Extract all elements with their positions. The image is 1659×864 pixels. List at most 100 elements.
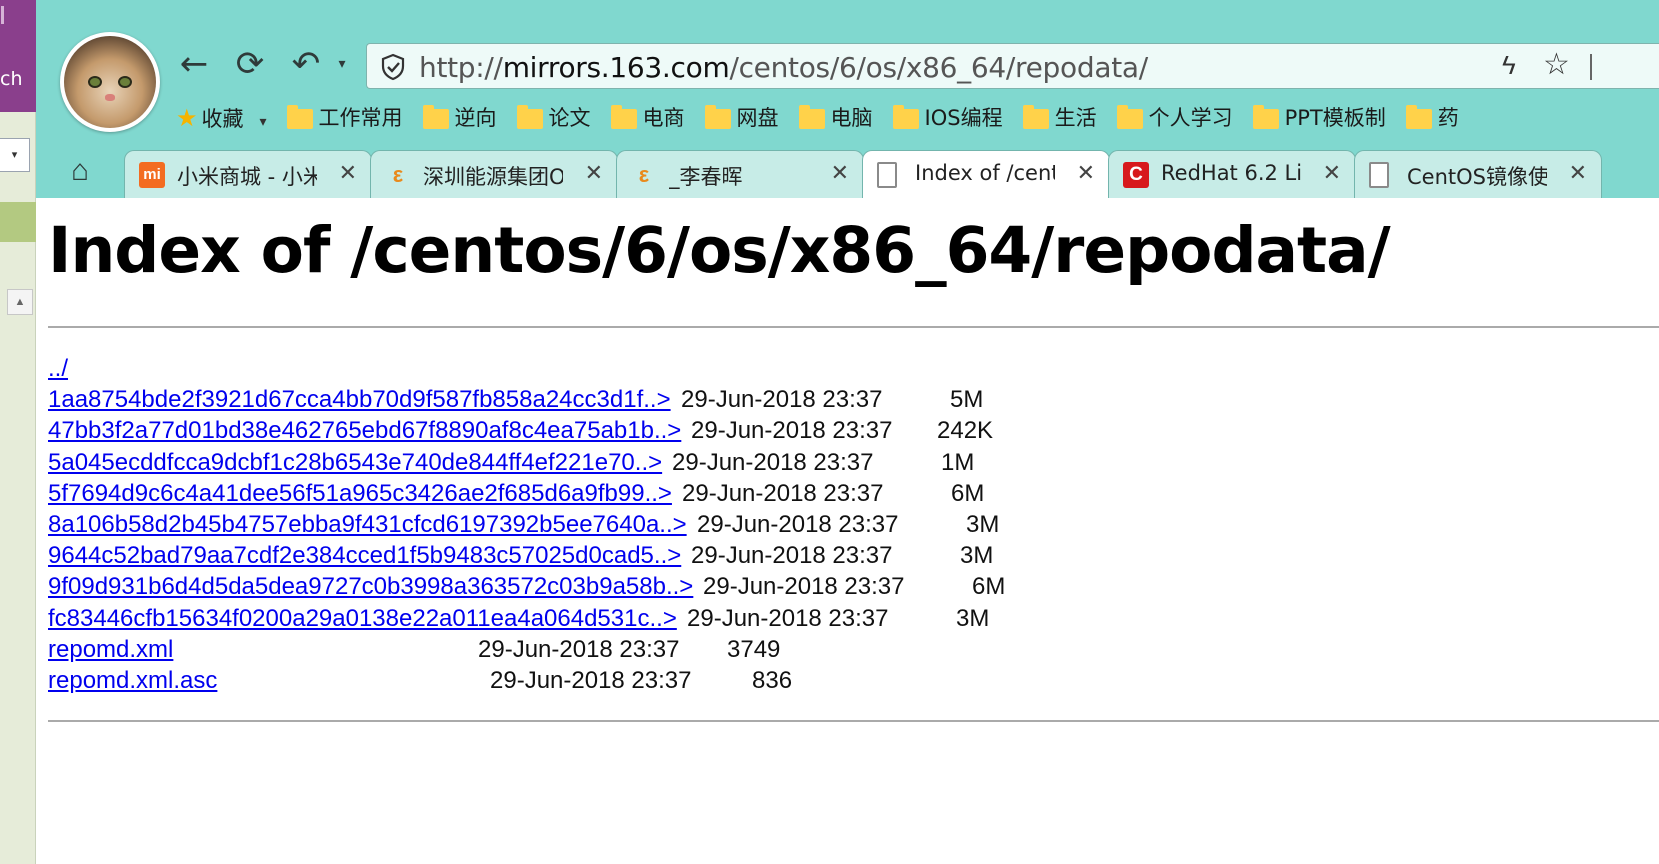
- undo-icon[interactable]: ↶: [284, 42, 328, 86]
- bookmark-item[interactable]: IOS编程: [892, 100, 1003, 136]
- file-entry-row: 9f09d931b6d4d5da5dea9727c0b3998a363572c0…: [48, 571, 1005, 602]
- close-icon[interactable]: ✕: [1323, 161, 1341, 186]
- browser-chrome: ← ⟳ ↶ ▾ http://mirrors.163.com/centos/6/…: [36, 0, 1659, 198]
- file-size: 5M: [950, 386, 984, 414]
- document-icon: [1369, 162, 1389, 188]
- bookmark-item[interactable]: 个人学习: [1116, 100, 1233, 136]
- file-entry-row: 5f7694d9c6c4a41dee56f51a965c3426ae2f685d…: [48, 478, 984, 509]
- bookmark-item[interactable]: 药: [1405, 100, 1459, 136]
- file-size: 1M: [941, 448, 975, 476]
- user-avatar[interactable]: [60, 32, 160, 132]
- file-date: 29-Jun-2018 23:37: [490, 667, 692, 694]
- folder-icon: [704, 105, 731, 129]
- divider: [48, 720, 1659, 722]
- star-bookmark-icon[interactable]: ☆: [1543, 47, 1570, 82]
- bookmark-label: 药: [1437, 106, 1459, 130]
- background-dropdown[interactable]: ▾: [0, 138, 30, 172]
- folder-icon: [1022, 105, 1049, 129]
- browser-tab[interactable]: ε _李春晖 ✕: [616, 150, 864, 198]
- address-bar[interactable]: http://mirrors.163.com/centos/6/os/x86_6…: [366, 43, 1659, 89]
- scroll-up-button[interactable]: ▲: [7, 289, 33, 315]
- lightning-icon[interactable]: ϟ: [1502, 50, 1516, 81]
- ep-logo-icon: ε: [392, 162, 404, 187]
- bookmark-item[interactable]: 电脑: [798, 100, 873, 136]
- file-date: 29-Jun-2018 23:37: [681, 386, 883, 414]
- redhat-c-icon: C: [1123, 162, 1149, 188]
- bookmark-label: 收藏: [201, 107, 244, 131]
- close-icon[interactable]: ✕: [585, 161, 603, 186]
- bookmark-item[interactable]: 电商: [610, 100, 685, 136]
- close-icon[interactable]: ✕: [339, 161, 357, 186]
- browser-tab[interactable]: CentOS镜像使用 ✕: [1354, 150, 1602, 198]
- shield-check-icon[interactable]: [379, 53, 407, 81]
- file-entry-row: repomd.xml 29-Jun-2018 23:37 3749: [48, 634, 780, 665]
- file-date: 29-Jun-2018 23:37: [691, 542, 893, 570]
- bookmark-label: 个人学习: [1148, 106, 1233, 130]
- chevron-down-icon[interactable]: ▾: [332, 42, 352, 86]
- background-window-header: ch: [0, 0, 36, 112]
- file-link[interactable]: 5a045ecddfcca9dcbf1c28b6543e740de844ff4e…: [48, 449, 662, 476]
- file-link[interactable]: 8a106b58d2b45b4757ebba9f431cfcd6197392b5…: [48, 511, 687, 538]
- bookmark-item[interactable]: 论文: [516, 100, 591, 136]
- folder-icon: [610, 105, 637, 129]
- bookmark-item[interactable]: 逆向: [422, 100, 497, 136]
- close-icon[interactable]: ✕: [1077, 161, 1095, 186]
- file-date: 29-Jun-2018 23:37: [703, 573, 905, 601]
- page-title: Index of /centos/6/os/x86_64/repodata/: [48, 214, 1391, 287]
- file-date: 29-Jun-2018 23:37: [697, 511, 899, 538]
- file-link[interactable]: repomd.xml: [48, 636, 173, 663]
- browser-tab[interactable]: Index of /centos ✕: [862, 150, 1110, 198]
- file-date: 29-Jun-2018 23:37: [687, 604, 889, 632]
- bookmark-label: 电商: [642, 106, 685, 130]
- url-text[interactable]: http://mirrors.163.com/centos/6/os/x86_6…: [419, 51, 1148, 84]
- folder-icon: [798, 105, 825, 129]
- file-date: 29-Jun-2018 23:37: [682, 479, 884, 507]
- file-link[interactable]: 47bb3f2a77d01bd38e462765ebd67f8890af8c4e…: [48, 417, 681, 444]
- bookmark-item[interactable]: ★ 收藏 ▾: [176, 100, 267, 136]
- folder-icon: [892, 105, 919, 129]
- parent-directory-link[interactable]: ../: [48, 355, 68, 382]
- bookmark-label: 生活: [1054, 106, 1097, 130]
- file-link[interactable]: repomd.xml.asc: [48, 667, 217, 694]
- parent-directory-row: ../: [48, 353, 68, 384]
- document-icon: [877, 162, 897, 188]
- tab-label: 深圳能源集团O: [423, 165, 563, 189]
- url-path: /centos/6/os/x86_64/repodata/: [729, 51, 1148, 84]
- file-link[interactable]: 9f09d931b6d4d5da5dea9727c0b3998a363572c0…: [48, 573, 693, 600]
- browser-tab[interactable]: mi 小米商城 - 小米 ✕: [124, 150, 372, 198]
- url-scheme: http://: [419, 51, 503, 84]
- folder-icon: [422, 105, 449, 129]
- chevron-down-icon[interactable]: ▾: [260, 114, 267, 130]
- file-link[interactable]: 1aa8754bde2f3921d67cca4bb70d9f587fb858a2…: [48, 386, 671, 413]
- bookmark-label: 工作常用: [318, 106, 403, 130]
- file-date: 29-Jun-2018 23:37: [478, 635, 680, 663]
- browser-tab[interactable]: C RedHat 6.2 Lin ✕: [1108, 150, 1356, 198]
- browser-tab[interactable]: ε 深圳能源集团O ✕: [370, 150, 618, 198]
- tab-label: 小米商城 - 小米: [177, 165, 317, 189]
- file-link[interactable]: 5f7694d9c6c4a41dee56f51a965c3426ae2f685d…: [48, 480, 672, 507]
- bookmark-item[interactable]: 网盘: [704, 100, 779, 136]
- file-size: 3M: [966, 511, 1000, 538]
- background-panel: [0, 202, 36, 242]
- close-icon[interactable]: ✕: [831, 161, 849, 186]
- star-icon: ★: [176, 104, 198, 132]
- bookmark-item[interactable]: 工作常用: [286, 100, 403, 136]
- background-window-marker: [1, 6, 4, 24]
- refresh-icon[interactable]: ⟳: [228, 42, 272, 86]
- file-link[interactable]: fc83446cfb15634f0200a29a0138e22a011ea4a0…: [48, 605, 677, 632]
- back-arrow-icon[interactable]: ←: [172, 42, 216, 86]
- tab-label: Index of /centos: [915, 161, 1055, 185]
- avatar-nose: [105, 94, 115, 101]
- close-icon[interactable]: ✕: [1569, 161, 1587, 186]
- home-icon[interactable]: ⌂: [62, 154, 98, 190]
- file-size: 242K: [937, 417, 994, 445]
- bookmark-item[interactable]: 生活: [1022, 100, 1097, 136]
- bookmark-label: 论文: [548, 106, 591, 130]
- file-size: 3M: [960, 542, 994, 570]
- file-link[interactable]: 9644c52bad79aa7cdf2e384cced1f5b9483c5702…: [48, 542, 681, 569]
- folder-icon: [1252, 105, 1279, 129]
- bookmark-item[interactable]: PPT模板制: [1252, 100, 1386, 136]
- file-entry-row: 8a106b58d2b45b4757ebba9f431cfcd6197392b5…: [48, 509, 999, 540]
- avatar-eye: [118, 76, 132, 88]
- avatar-eye: [88, 76, 102, 88]
